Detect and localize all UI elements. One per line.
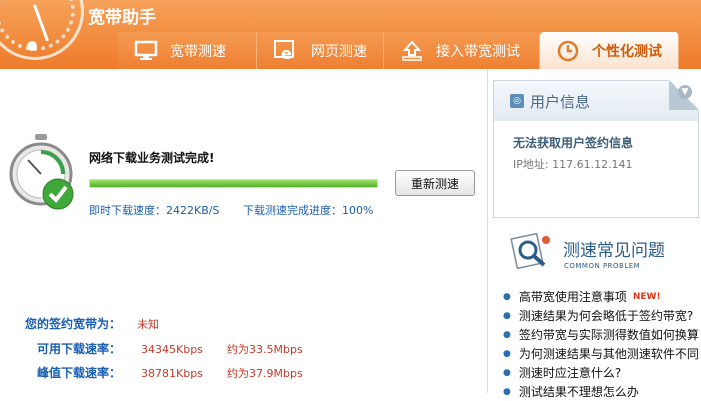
tab-label: 接入带宽测试 [436, 43, 520, 60]
faq-item-text: 测速时应注意什么? [518, 366, 622, 380]
browser-icon: e [273, 39, 299, 63]
faq-item[interactable]: ● 签约带宽与实际测得数值如何换算 [503, 325, 699, 344]
retest-button[interactable]: 重新测速 [395, 170, 475, 196]
tab-bar: 宽带测速 e 网页测速 接入带宽测试 个性化测试 [118, 32, 679, 69]
progress-fill [90, 180, 377, 187]
peak-speed-row: 峰值下载速率： 38781Kbps 约为37.9Mbps [37, 364, 303, 381]
user-info-message: 无法获取用户签约信息 [513, 136, 634, 150]
tab-broadband-speed[interactable]: 宽带测速 [118, 32, 257, 69]
tab-web-speed[interactable]: e 网页测速 [257, 32, 384, 69]
tab-personalized-test[interactable]: 个性化测试 [540, 32, 679, 69]
faq-item-text: 为何测速结果与其他测速软件不同 [518, 347, 699, 361]
stopwatch-check-icon [8, 134, 74, 212]
tab-label: 个性化测试 [592, 43, 662, 60]
contract-bandwidth-label: 您的签约宽带为： [25, 317, 122, 331]
faq-item[interactable]: ● 为何测速结果与其他测速软件不同 [503, 344, 699, 363]
bullet-icon: ● [503, 310, 511, 321]
available-speed-row: 可用下载速率： 34345Kbps 约为33.5Mbps [37, 340, 303, 357]
available-speed-kbps: 34345Kbps [141, 343, 203, 356]
download-arrow-icon[interactable]: ▼ [678, 85, 692, 99]
user-info-title: 用户信息 [530, 92, 591, 111]
tab-label: 网页测速 [311, 43, 367, 60]
user-info-icon: ◎ [510, 94, 524, 108]
header-bar: 宽带助手 宽带测速 e 网页测速 接入带宽测试 个性化测试 [0, 0, 701, 69]
faq-subtitle: COMMON PROBLEM [564, 262, 641, 270]
bullet-icon: ● [503, 386, 511, 397]
faq-list: ● 高带宽使用注意事项 NEW! ● 测速结果为何会略低于签约带宽? ● 签约带宽与实际… [503, 287, 699, 401]
contract-bandwidth-row: 您的签约宽带为： 未知 [25, 315, 223, 332]
bullet-icon: ● [503, 367, 511, 378]
bullet-icon: ● [503, 329, 511, 340]
peak-speed-mbps: 约为37.9Mbps [227, 367, 303, 380]
download-progress-bar [89, 179, 378, 188]
panel-divider [487, 69, 488, 393]
app-title: 宽带助手 [88, 8, 156, 28]
available-speed-label: 可用下载速率： [37, 342, 122, 356]
completion-progress-text: 下载测速完成进度：100% [243, 204, 374, 217]
faq-item[interactable]: ● 测速结果为何会略低于签约带宽? [503, 306, 699, 325]
clock-icon [556, 39, 580, 63]
bullet-icon: ● [503, 348, 511, 359]
available-speed-mbps: 约为33.5Mbps [227, 343, 303, 356]
peak-speed-label: 峰值下载速率： [37, 366, 122, 380]
faq-item-text: 签约带宽与实际测得数值如何换算 [518, 328, 699, 342]
contract-bandwidth-value: 未知 [137, 318, 159, 331]
user-info-header: ◎ 用户信息 [494, 81, 698, 121]
faq-item[interactable]: ● 高带宽使用注意事项 NEW! [503, 287, 699, 306]
tab-label: 宽带测速 [170, 43, 226, 60]
new-badge: NEW! [632, 291, 661, 302]
user-info-card: ◎ 用户信息 ▼ 无法获取用户签约信息 IP地址: 117.61.12.141 [493, 80, 699, 218]
ip-address: IP地址: 117.61.12.141 [513, 158, 633, 171]
faq-item-text: 测试结果不理想怎么办 [518, 385, 639, 399]
peak-speed-kbps: 38781Kbps [141, 367, 203, 380]
faq-title: 测速常见问题 [563, 241, 665, 261]
faq-item-text: 测速结果为何会略低于签约带宽? [518, 309, 694, 323]
faq-item[interactable]: ● 测速时应注意什么? [503, 363, 699, 382]
monitor-icon [134, 40, 158, 62]
svg-text:e: e [281, 44, 292, 63]
speedometer-logo-icon [0, 0, 84, 60]
test-complete-message: 网络下载业务测试完成! [89, 151, 215, 165]
bullet-icon: ● [503, 291, 511, 302]
faq-item[interactable]: ● 测试结果不理想怎么办 [503, 382, 699, 401]
faq-document-icon [510, 232, 552, 270]
upload-icon [400, 39, 424, 63]
faq-item-text: 高带宽使用注意事项 [518, 290, 627, 304]
tab-access-bandwidth[interactable]: 接入带宽测试 [384, 32, 540, 69]
instant-speed-text: 即时下载速度：2422KB/S [89, 204, 220, 217]
